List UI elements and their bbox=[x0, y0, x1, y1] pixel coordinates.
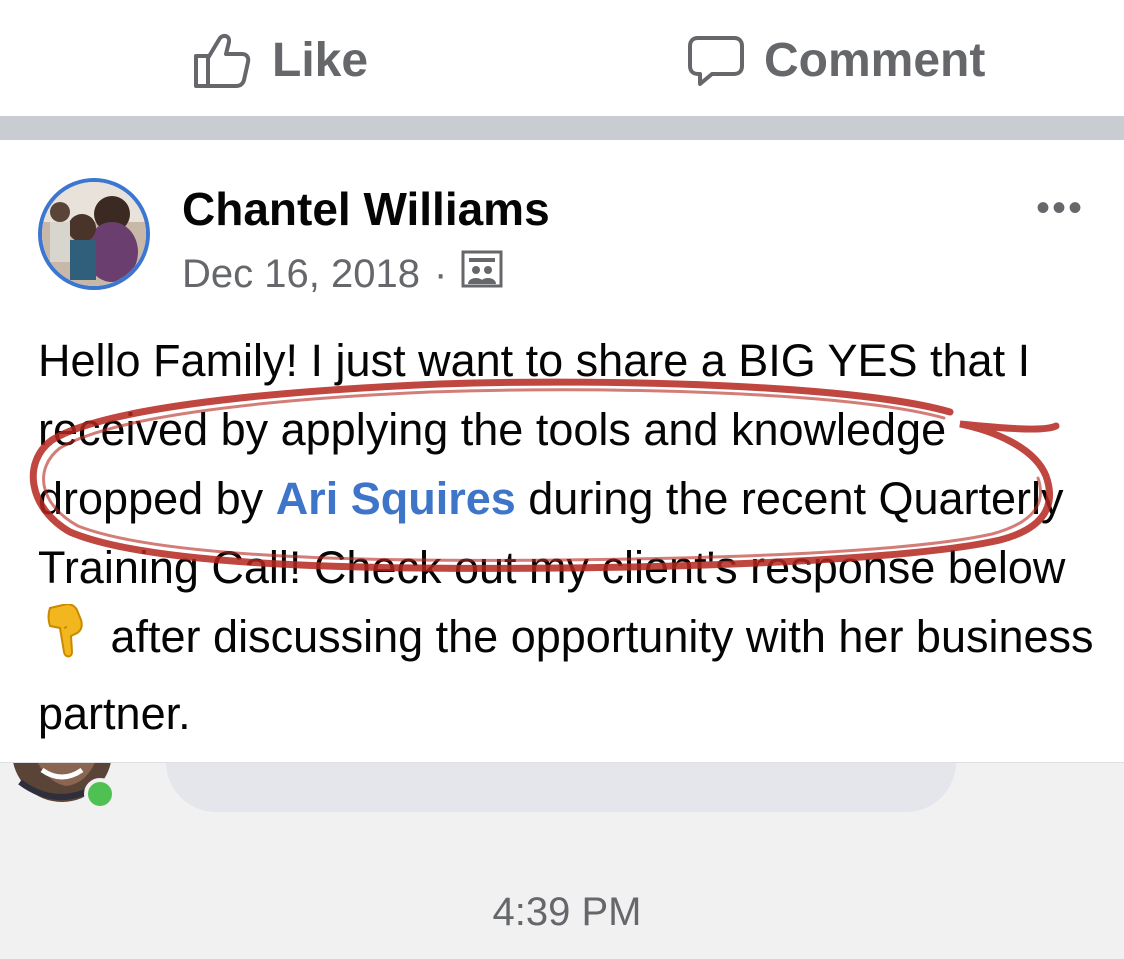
meta-separator: · bbox=[433, 251, 448, 296]
post-body: Hello Family! I just want to share a BIG… bbox=[38, 326, 1098, 748]
comment-label: Comment bbox=[764, 33, 986, 87]
online-status-indicator bbox=[84, 778, 116, 810]
section-divider bbox=[0, 116, 1124, 140]
comment-button[interactable]: Comment bbox=[688, 28, 985, 92]
mention-link[interactable]: Ari Squires bbox=[276, 473, 516, 524]
chat-timestamp: 4:39 PM bbox=[492, 890, 642, 934]
post-date[interactable]: Dec 16, 2018 bbox=[182, 252, 420, 297]
author-avatar[interactable] bbox=[38, 178, 150, 290]
more-options-button[interactable]: ••• bbox=[1036, 188, 1096, 234]
like-label: Like bbox=[272, 33, 369, 87]
group-icon bbox=[461, 248, 503, 300]
like-button[interactable]: Like bbox=[192, 28, 368, 92]
post-text-part3: after discussing the opportunity with he… bbox=[38, 611, 1094, 739]
speech-bubble-icon bbox=[688, 32, 744, 88]
post-meta: Dec 16, 2018 · bbox=[182, 248, 503, 300]
post-card: Chantel Williams Dec 16, 2018 · ••• Hell… bbox=[0, 140, 1124, 763]
pointing-down-emoji bbox=[44, 602, 88, 679]
post-action-bar: Like Comment bbox=[0, 0, 1124, 116]
author-name[interactable]: Chantel Williams bbox=[182, 182, 550, 236]
thumbs-up-icon bbox=[192, 30, 252, 90]
